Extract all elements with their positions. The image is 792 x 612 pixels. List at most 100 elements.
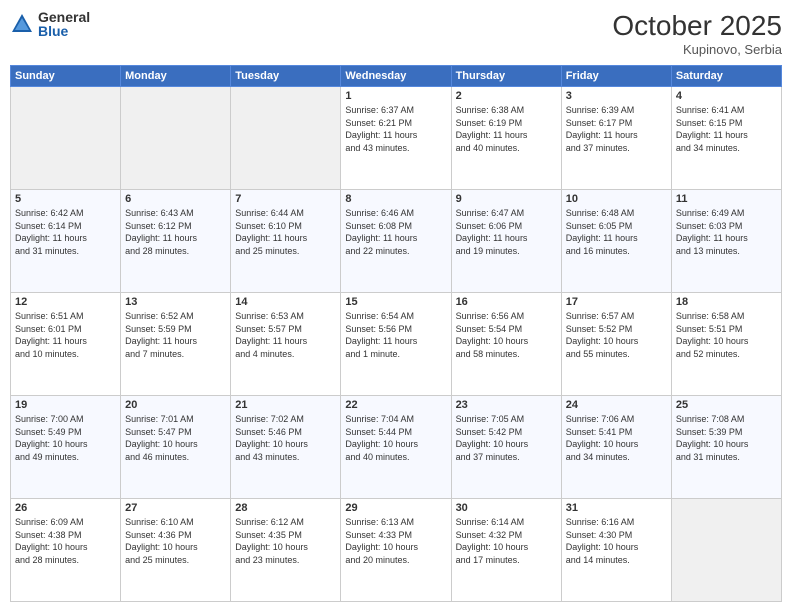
- calendar-week-row: 19 Sunrise: 7:00 AM Sunset: 5:49 PM Dayli…: [11, 396, 782, 499]
- table-row: 25Sunrise: 7:08 AM Sunset: 5:39 PM Dayli…: [671, 396, 781, 499]
- table-row: 16 Sunrise: 6:56 AM Sunset: 5:54 PM Dayli…: [451, 293, 561, 396]
- table-row: 8 Sunrise: 6:46 AM Sunset: 6:08 PM Daylig…: [341, 190, 451, 293]
- col-wednesday: Wednesday: [341, 66, 451, 87]
- day-number: 14: [235, 296, 336, 308]
- day-info: Sunrise: 6:42 AM Sunset: 6:14 PM Dayligh…: [15, 207, 116, 257]
- table-row: 14 Sunrise: 6:53 AM Sunset: 5:57 PM Dayli…: [231, 293, 341, 396]
- table-row: 4 Sunrise: 6:41 AM Sunset: 6:15 PM Daylig…: [671, 87, 781, 190]
- day-info: Sunrise: 6:54 AM Sunset: 5:56 PM Dayligh…: [345, 310, 446, 360]
- table-row: 7 Sunrise: 6:44 AM Sunset: 6:10 PM Daylig…: [231, 190, 341, 293]
- table-row: 30Sunrise: 6:14 AM Sunset: 4:32 PM Dayli…: [451, 499, 561, 602]
- col-thursday: Thursday: [451, 66, 561, 87]
- table-row: [671, 499, 781, 602]
- table-row: 31 Sunrise: 6:16 AM Sunset: 4:30 PM Dayli…: [561, 499, 671, 602]
- header: General Blue October 2025 Kupinovo, Serb…: [10, 10, 782, 57]
- table-row: 29 Sunrise: 6:13 AM Sunset: 4:33 PM Dayli…: [341, 499, 451, 602]
- calendar-week-row: 5 Sunrise: 6:42 AM Sunset: 6:14 PM Daylig…: [11, 190, 782, 293]
- day-info: Sunrise: 6:48 AM Sunset: 6:05 PM Dayligh…: [566, 207, 667, 257]
- day-number: 19: [15, 399, 116, 411]
- table-row: 26 Sunrise: 6:09 AM Sunset: 4:38 PM Dayli…: [11, 499, 121, 602]
- table-row: 9 Sunrise: 6:47 AM Sunset: 6:06 PM Daylig…: [451, 190, 561, 293]
- day-info: Sunrise: 6:09 AM Sunset: 4:38 PM Dayligh…: [15, 516, 116, 566]
- subtitle: Kupinovo, Serbia: [612, 42, 782, 57]
- table-row: 5 Sunrise: 6:42 AM Sunset: 6:14 PM Daylig…: [11, 190, 121, 293]
- table-row: 11 Sunrise: 6:49 AM Sunset: 6:03 PM Dayli…: [671, 190, 781, 293]
- day-number: 6: [125, 193, 226, 205]
- day-number: 21: [235, 399, 336, 411]
- day-info: Sunrise: 6:39 AM Sunset: 6:17 PM Dayligh…: [566, 104, 667, 154]
- day-info: Sunrise: 6:56 AM Sunset: 5:54 PM Dayligh…: [456, 310, 557, 360]
- day-info: Sunrise: 7:02 AM Sunset: 5:46 PM Dayligh…: [235, 413, 336, 463]
- day-number: 2: [456, 90, 557, 102]
- day-info: Sunrise: 6:47 AM Sunset: 6:06 PM Dayligh…: [456, 207, 557, 257]
- table-row: 24Sunrise: 7:06 AM Sunset: 5:41 PM Dayli…: [561, 396, 671, 499]
- day-info: Sunrise: 6:44 AM Sunset: 6:10 PM Dayligh…: [235, 207, 336, 257]
- table-row: 18Sunrise: 6:58 AM Sunset: 5:51 PM Dayli…: [671, 293, 781, 396]
- table-row: 20 Sunrise: 7:01 AM Sunset: 5:47 PM Dayli…: [121, 396, 231, 499]
- day-info: Sunrise: 7:00 AM Sunset: 5:49 PM Dayligh…: [15, 413, 116, 463]
- day-number: 13: [125, 296, 226, 308]
- table-row: 17Sunrise: 6:57 AM Sunset: 5:52 PM Dayli…: [561, 293, 671, 396]
- day-info: Sunrise: 6:49 AM Sunset: 6:03 PM Dayligh…: [676, 207, 777, 257]
- day-info: Sunrise: 6:53 AM Sunset: 5:57 PM Dayligh…: [235, 310, 336, 360]
- day-number: 9: [456, 193, 557, 205]
- day-info: Sunrise: 6:46 AM Sunset: 6:08 PM Dayligh…: [345, 207, 446, 257]
- col-sunday: Sunday: [11, 66, 121, 87]
- day-number: 5: [15, 193, 116, 205]
- table-row: 12 Sunrise: 6:51 AM Sunset: 6:01 PM Dayli…: [11, 293, 121, 396]
- day-number: 3: [566, 90, 667, 102]
- day-number: 15: [345, 296, 446, 308]
- day-info: Sunrise: 6:43 AM Sunset: 6:12 PM Dayligh…: [125, 207, 226, 257]
- table-row: 6 Sunrise: 6:43 AM Sunset: 6:12 PM Daylig…: [121, 190, 231, 293]
- logo-icon: [10, 12, 34, 36]
- day-number: 16: [456, 296, 557, 308]
- month-title: October 2025: [612, 10, 782, 42]
- day-number: 12: [15, 296, 116, 308]
- col-tuesday: Tuesday: [231, 66, 341, 87]
- day-number: 7: [235, 193, 336, 205]
- day-number: 26: [15, 502, 116, 514]
- table-row: 13Sunrise: 6:52 AM Sunset: 5:59 PM Dayli…: [121, 293, 231, 396]
- day-number: 23: [456, 399, 557, 411]
- day-number: 24: [566, 399, 667, 411]
- title-block: October 2025 Kupinovo, Serbia: [612, 10, 782, 57]
- logo-blue: Blue: [38, 24, 90, 38]
- page: General Blue October 2025 Kupinovo, Serb…: [0, 0, 792, 612]
- day-number: 31: [566, 502, 667, 514]
- table-row: 19 Sunrise: 7:00 AM Sunset: 5:49 PM Dayli…: [11, 396, 121, 499]
- table-row: 10Sunrise: 6:48 AM Sunset: 6:05 PM Dayli…: [561, 190, 671, 293]
- col-monday: Monday: [121, 66, 231, 87]
- day-number: 20: [125, 399, 226, 411]
- logo: General Blue: [10, 10, 90, 38]
- day-info: Sunrise: 6:14 AM Sunset: 4:32 PM Dayligh…: [456, 516, 557, 566]
- table-row: 22Sunrise: 7:04 AM Sunset: 5:44 PM Dayli…: [341, 396, 451, 499]
- day-info: Sunrise: 6:13 AM Sunset: 4:33 PM Dayligh…: [345, 516, 446, 566]
- day-info: Sunrise: 6:41 AM Sunset: 6:15 PM Dayligh…: [676, 104, 777, 154]
- day-info: Sunrise: 7:01 AM Sunset: 5:47 PM Dayligh…: [125, 413, 226, 463]
- day-info: Sunrise: 6:10 AM Sunset: 4:36 PM Dayligh…: [125, 516, 226, 566]
- day-info: Sunrise: 6:58 AM Sunset: 5:51 PM Dayligh…: [676, 310, 777, 360]
- day-info: Sunrise: 7:08 AM Sunset: 5:39 PM Dayligh…: [676, 413, 777, 463]
- table-row: 27 Sunrise: 6:10 AM Sunset: 4:36 PM Dayli…: [121, 499, 231, 602]
- table-row: 15 Sunrise: 6:54 AM Sunset: 5:56 PM Dayli…: [341, 293, 451, 396]
- day-number: 27: [125, 502, 226, 514]
- logo-text: General Blue: [38, 10, 90, 38]
- day-info: Sunrise: 6:12 AM Sunset: 4:35 PM Dayligh…: [235, 516, 336, 566]
- table-row: [11, 87, 121, 190]
- table-row: 23 Sunrise: 7:05 AM Sunset: 5:42 PM Dayli…: [451, 396, 561, 499]
- day-info: Sunrise: 6:16 AM Sunset: 4:30 PM Dayligh…: [566, 516, 667, 566]
- day-number: 8: [345, 193, 446, 205]
- table-row: 3 Sunrise: 6:39 AM Sunset: 6:17 PM Daylig…: [561, 87, 671, 190]
- day-number: 11: [676, 193, 777, 205]
- table-row: 28Sunrise: 6:12 AM Sunset: 4:35 PM Dayli…: [231, 499, 341, 602]
- day-info: Sunrise: 7:05 AM Sunset: 5:42 PM Dayligh…: [456, 413, 557, 463]
- table-row: [231, 87, 341, 190]
- calendar-week-row: 12 Sunrise: 6:51 AM Sunset: 6:01 PM Dayli…: [11, 293, 782, 396]
- col-friday: Friday: [561, 66, 671, 87]
- day-number: 4: [676, 90, 777, 102]
- day-info: Sunrise: 6:37 AM Sunset: 6:21 PM Dayligh…: [345, 104, 446, 154]
- day-number: 29: [345, 502, 446, 514]
- col-saturday: Saturday: [671, 66, 781, 87]
- calendar-header-row: Sunday Monday Tuesday Wednesday Thursday…: [11, 66, 782, 87]
- day-info: Sunrise: 6:51 AM Sunset: 6:01 PM Dayligh…: [15, 310, 116, 360]
